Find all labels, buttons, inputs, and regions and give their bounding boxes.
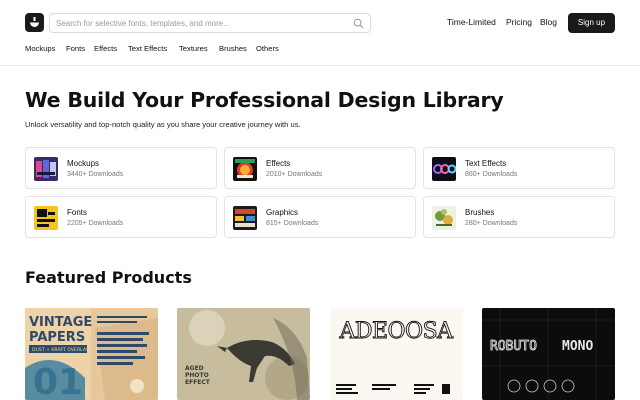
category-card-count: 860+ Downloads xyxy=(465,171,518,178)
category-nav-textures[interactable]: Textures xyxy=(179,44,208,53)
product-art-text: DUST + KRAFT OVERLAY xyxy=(32,347,89,353)
featured-products-title: Featured Products xyxy=(25,268,192,287)
sign-up-button[interactable]: Sign up xyxy=(568,13,615,33)
product-art-text: ROBUTO xyxy=(490,339,537,354)
category-card-count: 3440+ Downloads xyxy=(67,171,124,178)
product-card-adeoosa[interactable]: ADEOOSA xyxy=(330,308,463,400)
nav-blog[interactable]: Blog xyxy=(540,17,557,27)
category-nav-others[interactable]: Others xyxy=(256,44,279,53)
hero-subtitle: Unlock versatility and top-notch quality… xyxy=(25,120,301,129)
category-card-mockups[interactable]: Mockups 3440+ Downloads xyxy=(25,147,217,189)
product-card-vintage-papers[interactable]: VINTAGE PAPERS DUST + KRAFT OVERLAY 01 xyxy=(25,308,158,400)
brushes-thumbnail xyxy=(432,206,456,230)
category-card-name: Graphics xyxy=(266,208,299,217)
category-card-count: 280+ Downloads xyxy=(465,220,518,227)
category-card-name: Fonts xyxy=(67,208,88,217)
product-card-roboto-mono[interactable]: ROBUTO MONO xyxy=(482,308,615,400)
category-card-count: 2010+ Downloads xyxy=(266,171,323,178)
product-art-text: MONO xyxy=(562,339,593,354)
search-bar[interactable] xyxy=(49,13,371,33)
category-card-name: Effects xyxy=(266,159,291,168)
product-art-text: VINTAGE xyxy=(29,315,92,330)
category-card-count: 2205+ Downloads xyxy=(67,220,124,227)
site-header: Time-Limited Pricing Blog Sign up Mockup… xyxy=(0,0,640,66)
nav-pricing[interactable]: Pricing xyxy=(506,17,532,27)
category-card-name: Brushes xyxy=(465,208,495,217)
product-art-text: ADEOOSA xyxy=(338,319,454,344)
category-card-effects[interactable]: Effects 2010+ Downloads xyxy=(224,147,416,189)
category-nav-fonts[interactable]: Fonts xyxy=(66,44,85,53)
mockups-thumbnail xyxy=(34,157,58,181)
nav-time-limited[interactable]: Time-Limited xyxy=(447,17,496,27)
category-nav-brushes[interactable]: Brushes xyxy=(219,44,247,53)
category-card-fonts[interactable]: Fonts 2205+ Downloads xyxy=(25,196,217,238)
product-card-aged-photo-effect[interactable]: AGED PHOTO EFFECT xyxy=(177,308,310,400)
product-art-text: 01 xyxy=(33,362,83,400)
product-art-text: EFFECT xyxy=(185,379,211,386)
graphics-thumbnail xyxy=(233,206,257,230)
hero-title: We Build Your Professional Design Librar… xyxy=(25,88,504,112)
effects-thumbnail xyxy=(233,157,257,181)
text-effects-thumbnail xyxy=(432,157,456,181)
search-icon[interactable] xyxy=(353,18,364,29)
product-art-text: PHOTO xyxy=(185,372,209,379)
fonts-thumbnail xyxy=(34,206,58,230)
brand-logo-icon[interactable] xyxy=(25,13,44,32)
product-art-text: PAPERS xyxy=(29,330,85,345)
category-card-name: Text Effects xyxy=(465,159,507,168)
product-art-text: AGED xyxy=(185,365,204,372)
category-card-text-effects[interactable]: Text Effects 860+ Downloads xyxy=(423,147,615,189)
category-nav-effects[interactable]: Effects xyxy=(94,44,117,53)
category-card-name: Mockups xyxy=(67,159,100,168)
category-nav-text-effects[interactable]: Text Effects xyxy=(128,44,167,53)
search-input[interactable] xyxy=(56,16,346,30)
category-card-graphics[interactable]: Graphics 815+ Downloads xyxy=(224,196,416,238)
category-card-count: 815+ Downloads xyxy=(266,220,319,227)
category-nav-mockups[interactable]: Mockups xyxy=(25,44,55,53)
category-card-brushes[interactable]: Brushes 280+ Downloads xyxy=(423,196,615,238)
